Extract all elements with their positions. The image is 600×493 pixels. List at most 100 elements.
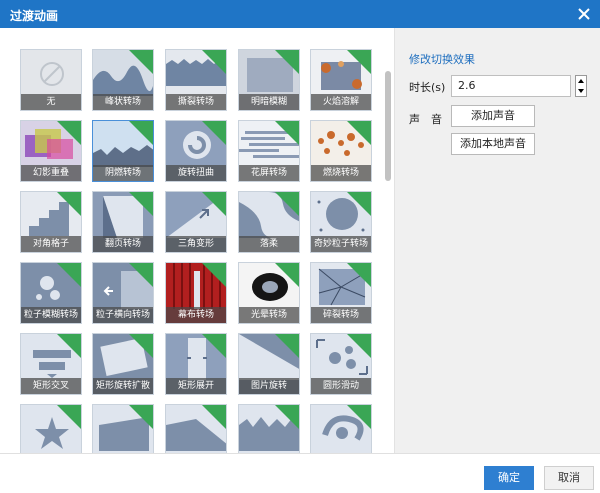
tile-label: 翻页转场	[93, 236, 153, 252]
transition-tile[interactable]: 矩形交叉	[20, 333, 82, 395]
transition-gallery: 无 峰状转场 撕裂转场 明暗模糊 火焰溶解 幻影重叠 阴燃转场 旋转扭曲 花屏转…	[0, 28, 394, 453]
transition-tile[interactable]: 落柔	[238, 191, 300, 253]
transition-tile[interactable]: 图片旋转	[238, 333, 300, 395]
new-badge	[129, 121, 153, 145]
new-badge	[347, 334, 371, 358]
new-badge	[275, 263, 299, 287]
new-badge	[202, 50, 226, 74]
tile-label: 对角格子	[21, 236, 81, 252]
new-badge	[57, 334, 81, 358]
dialog-footer: 确定 取消	[0, 453, 600, 493]
tile-label: 三角变形	[166, 236, 226, 252]
transition-tile[interactable]: 碎裂转场	[310, 262, 372, 324]
tile-label: 落柔	[239, 236, 299, 252]
settings-panel: 修改切换效果 时长(s) 2.6 声 音 添加声音 添加本地声音	[394, 28, 600, 453]
ok-button[interactable]: 确定	[484, 466, 534, 490]
title-bar: 过渡动画	[0, 0, 600, 28]
duration-spinner[interactable]	[575, 75, 587, 97]
tile-label: 无	[21, 94, 81, 110]
transition-tile-none[interactable]: 无	[20, 49, 82, 111]
new-badge	[202, 405, 226, 429]
transition-tile[interactable]: 光晕转场	[238, 262, 300, 324]
transition-tile[interactable]: 粒子模糊转场	[20, 262, 82, 324]
tile-label: 碎裂转场	[311, 307, 371, 323]
new-badge	[57, 405, 81, 429]
close-icon[interactable]	[574, 4, 594, 24]
tile-label: 峰状转场	[93, 94, 153, 110]
transition-tile[interactable]: 明暗模糊	[238, 49, 300, 111]
new-badge	[129, 192, 153, 216]
transition-tile[interactable]: 花屏转场	[238, 120, 300, 182]
tile-label: 圆形滑动	[311, 378, 371, 394]
new-badge	[347, 50, 371, 74]
tile-label: 幕布转场	[166, 307, 226, 323]
transition-tile-selected[interactable]: 阴燃转场	[92, 120, 154, 182]
transition-tile[interactable]	[238, 404, 300, 453]
transition-tile[interactable]: 燃烧转场	[310, 120, 372, 182]
tile-label: 奇妙粒子转场	[311, 236, 371, 252]
new-badge	[275, 121, 299, 145]
transition-tile[interactable]: 粒子横向转场	[92, 262, 154, 324]
new-badge	[275, 50, 299, 74]
tile-label: 火焰溶解	[311, 94, 371, 110]
new-badge	[57, 192, 81, 216]
new-badge	[202, 334, 226, 358]
new-badge	[129, 50, 153, 74]
new-badge	[347, 192, 371, 216]
new-badge	[347, 121, 371, 145]
transition-tile[interactable]: 圆形滑动	[310, 333, 372, 395]
transition-tile[interactable]	[20, 404, 82, 453]
new-badge	[129, 263, 153, 287]
transition-tile[interactable]: 翻页转场	[92, 191, 154, 253]
tile-label: 撕裂转场	[166, 94, 226, 110]
new-badge	[129, 334, 153, 358]
new-badge	[275, 405, 299, 429]
spin-down-icon[interactable]	[576, 86, 586, 96]
transition-tile[interactable]	[92, 404, 154, 453]
panel-title: 修改切换效果	[409, 53, 475, 66]
tile-label: 燃烧转场	[311, 165, 371, 181]
tile-label: 图片旋转	[239, 378, 299, 394]
tile-label: 光晕转场	[239, 307, 299, 323]
tile-label: 矩形交叉	[21, 378, 81, 394]
transition-tile[interactable]: 峰状转场	[92, 49, 154, 111]
transition-tile[interactable]: 矩形旋转扩散	[92, 333, 154, 395]
cancel-button[interactable]: 取消	[544, 466, 594, 490]
transition-tile[interactable]	[310, 404, 372, 453]
tile-label: 明暗模糊	[239, 94, 299, 110]
transition-tile[interactable]: 幕布转场	[165, 262, 227, 324]
transition-tile[interactable]: 火焰溶解	[310, 49, 372, 111]
transition-tile[interactable]: 旋转扭曲	[165, 120, 227, 182]
tile-label: 粒子横向转场	[93, 307, 153, 323]
tile-label: 旋转扭曲	[166, 165, 226, 181]
tile-label: 幻影重叠	[21, 165, 81, 181]
new-badge	[202, 192, 226, 216]
new-badge	[57, 121, 81, 145]
new-badge	[202, 263, 226, 287]
tile-label: 矩形旋转扩散	[93, 378, 153, 394]
window-title: 过渡动画	[10, 9, 59, 23]
new-badge	[347, 263, 371, 287]
transition-tile[interactable]: 奇妙粒子转场	[310, 191, 372, 253]
transition-tile[interactable]	[165, 404, 227, 453]
transition-tile[interactable]: 幻影重叠	[20, 120, 82, 182]
new-badge	[275, 192, 299, 216]
sound-label: 声 音	[409, 113, 442, 126]
transition-tile[interactable]: 矩形展开	[165, 333, 227, 395]
tile-label: 矩形展开	[166, 378, 226, 394]
transition-tile[interactable]: 对角格子	[20, 191, 82, 253]
duration-input[interactable]: 2.6	[451, 75, 571, 97]
transition-tile[interactable]: 三角变形	[165, 191, 227, 253]
transition-tile[interactable]: 撕裂转场	[165, 49, 227, 111]
tile-label: 粒子模糊转场	[21, 307, 81, 323]
gallery-scrollbar[interactable]	[384, 68, 392, 453]
new-badge	[129, 405, 153, 429]
add-sound-button[interactable]: 添加声音	[451, 105, 535, 127]
scrollbar-thumb[interactable]	[385, 71, 391, 181]
new-badge	[57, 263, 81, 287]
new-badge	[202, 121, 226, 145]
spin-up-icon[interactable]	[576, 76, 586, 86]
tile-label: 花屏转场	[239, 165, 299, 181]
add-local-sound-button[interactable]: 添加本地声音	[451, 133, 535, 155]
tile-label: 阴燃转场	[93, 165, 153, 181]
